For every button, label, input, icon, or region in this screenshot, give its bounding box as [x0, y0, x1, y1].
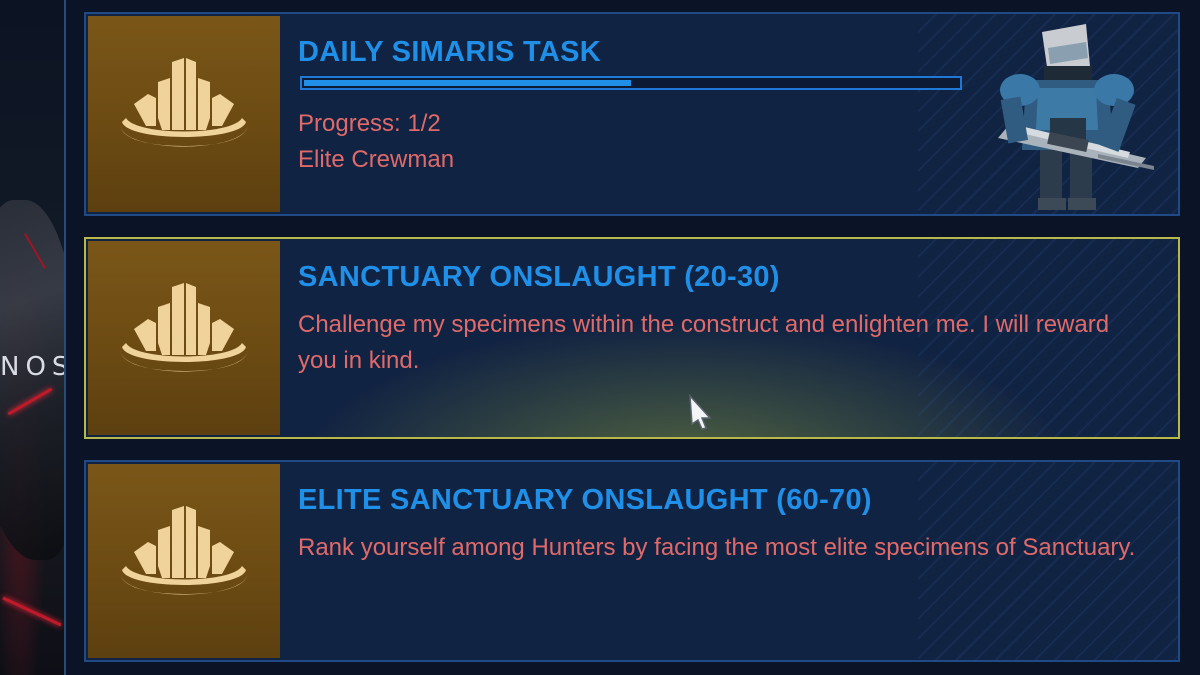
task-icon-box — [88, 241, 280, 435]
sanctuary-icon — [120, 58, 248, 147]
sanctuary-icon — [120, 283, 248, 372]
sanctuary-onslaught-card[interactable]: SANCTUARY ONSLAUGHT (20-30) Challenge my… — [84, 237, 1180, 439]
task-title: SANCTUARY ONSLAUGHT (20-30) — [298, 261, 780, 293]
sanctuary-icon — [120, 506, 248, 595]
task-title: ELITE SANCTUARY ONSLAUGHT (60-70) — [298, 484, 872, 516]
progress-bar — [300, 76, 962, 90]
task-title: DAILY SIMARIS TASK — [298, 36, 601, 68]
task-description: Challenge my specimens within the constr… — [298, 311, 1110, 374]
task-icon-box — [88, 16, 280, 212]
task-icon-box — [88, 464, 280, 658]
panel-divider — [64, 0, 66, 675]
background-art: NOS — [0, 0, 66, 675]
task-description: Rank yourself among Hunters by facing th… — [298, 534, 1136, 561]
progress-fill — [304, 80, 631, 86]
background-red-streak — [2, 596, 62, 627]
elite-sanctuary-onslaught-card[interactable]: ELITE SANCTUARY ONSLAUGHT (60-70) Rank y… — [84, 460, 1180, 662]
background-text: NOS — [0, 352, 66, 382]
simaris-target-portrait — [998, 24, 1154, 210]
daily-task-card[interactable]: DAILY SIMARIS TASK Progress: 1/2 Elite C… — [84, 12, 1180, 216]
mouse-cursor-icon — [689, 394, 712, 430]
